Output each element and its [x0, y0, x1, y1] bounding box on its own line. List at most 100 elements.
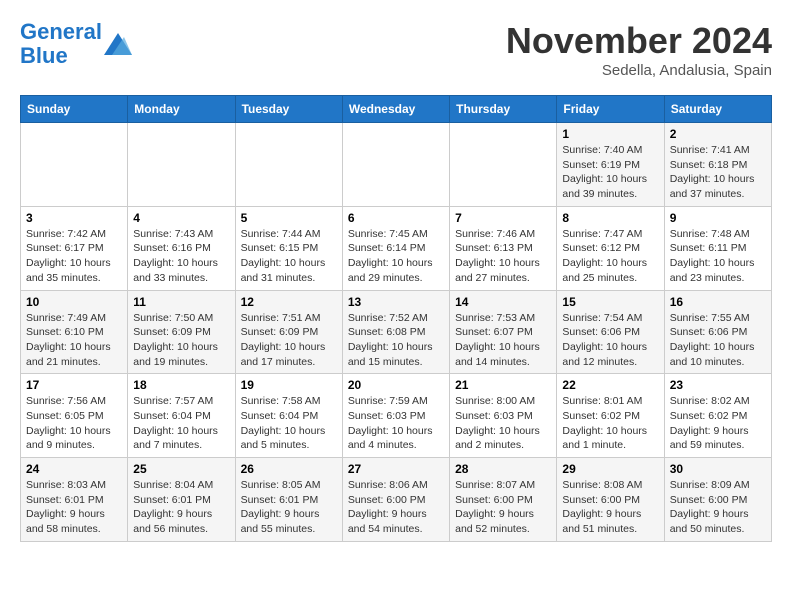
day-info: Sunrise: 7:46 AM Sunset: 6:13 PM Dayligh… — [455, 227, 551, 286]
calendar-cell: 21 Sunrise: 8:00 AM Sunset: 6:03 PM Dayli… — [450, 374, 557, 458]
day-info: Sunrise: 7:53 AM Sunset: 6:07 PM Dayligh… — [455, 311, 551, 370]
day-info: Sunrise: 8:07 AM Sunset: 6:00 PM Dayligh… — [455, 478, 551, 537]
day-info: Sunrise: 8:01 AM Sunset: 6:02 PM Dayligh… — [562, 394, 658, 453]
day-number: 26 — [241, 462, 337, 476]
day-number: 16 — [670, 295, 766, 309]
calendar-cell: 24 Sunrise: 8:03 AM Sunset: 6:01 PM Dayli… — [21, 458, 128, 542]
calendar-cell — [128, 123, 235, 207]
day-number: 28 — [455, 462, 551, 476]
day-number: 18 — [133, 378, 229, 392]
calendar-cell: 5 Sunrise: 7:44 AM Sunset: 6:15 PM Daylig… — [235, 206, 342, 290]
day-number: 13 — [348, 295, 444, 309]
day-info: Sunrise: 7:44 AM Sunset: 6:15 PM Dayligh… — [241, 227, 337, 286]
calendar-cell: 15 Sunrise: 7:54 AM Sunset: 6:06 PM Dayli… — [557, 290, 664, 374]
header: GeneralBlue November 2024 Sedella, Andal… — [20, 20, 772, 79]
day-info: Sunrise: 8:05 AM Sunset: 6:01 PM Dayligh… — [241, 478, 337, 537]
logo-icon — [104, 33, 132, 55]
day-number: 9 — [670, 211, 766, 225]
calendar-cell: 14 Sunrise: 7:53 AM Sunset: 6:07 PM Dayli… — [450, 290, 557, 374]
day-info: Sunrise: 8:03 AM Sunset: 6:01 PM Dayligh… — [26, 478, 122, 537]
day-number: 10 — [26, 295, 122, 309]
day-number: 5 — [241, 211, 337, 225]
calendar-cell: 16 Sunrise: 7:55 AM Sunset: 6:06 PM Dayli… — [664, 290, 771, 374]
day-number: 20 — [348, 378, 444, 392]
month-title: November 2024 — [506, 20, 772, 62]
day-info: Sunrise: 8:09 AM Sunset: 6:00 PM Dayligh… — [670, 478, 766, 537]
calendar-cell: 27 Sunrise: 8:06 AM Sunset: 6:00 PM Dayli… — [342, 458, 449, 542]
calendar-cell — [342, 123, 449, 207]
calendar-cell: 18 Sunrise: 7:57 AM Sunset: 6:04 PM Dayli… — [128, 374, 235, 458]
day-number: 25 — [133, 462, 229, 476]
day-number: 3 — [26, 211, 122, 225]
day-info: Sunrise: 7:59 AM Sunset: 6:03 PM Dayligh… — [348, 394, 444, 453]
calendar-cell — [450, 123, 557, 207]
weekday-header: Thursday — [450, 96, 557, 123]
calendar-cell: 25Sunrise: 8:04 AM Sunset: 6:01 PM Dayli… — [128, 458, 235, 542]
weekday-header: Wednesday — [342, 96, 449, 123]
day-info: Sunrise: 7:45 AM Sunset: 6:14 PM Dayligh… — [348, 227, 444, 286]
day-info: Sunrise: 7:55 AM Sunset: 6:06 PM Dayligh… — [670, 311, 766, 370]
weekday-header: Sunday — [21, 96, 128, 123]
calendar-cell: 9 Sunrise: 7:48 AM Sunset: 6:11 PM Daylig… — [664, 206, 771, 290]
day-info: Sunrise: 8:08 AM Sunset: 6:00 PM Dayligh… — [562, 478, 658, 537]
calendar-cell — [235, 123, 342, 207]
day-number: 27 — [348, 462, 444, 476]
calendar-table: SundayMondayTuesdayWednesdayThursdayFrid… — [20, 95, 772, 542]
calendar-cell: 29 Sunrise: 8:08 AM Sunset: 6:00 PM Dayli… — [557, 458, 664, 542]
calendar-cell: 8 Sunrise: 7:47 AM Sunset: 6:12 PM Daylig… — [557, 206, 664, 290]
day-info: Sunrise: 7:41 AM Sunset: 6:18 PM Dayligh… — [670, 143, 766, 202]
calendar-cell: 28 Sunrise: 8:07 AM Sunset: 6:00 PM Dayli… — [450, 458, 557, 542]
day-info: Sunrise: 7:51 AM Sunset: 6:09 PM Dayligh… — [241, 311, 337, 370]
day-number: 4 — [133, 211, 229, 225]
day-number: 2 — [670, 127, 766, 141]
calendar-cell: 1 Sunrise: 7:40 AM Sunset: 6:19 PM Daylig… — [557, 123, 664, 207]
calendar-cell: 13 Sunrise: 7:52 AM Sunset: 6:08 PM Dayli… — [342, 290, 449, 374]
day-number: 11 — [133, 295, 229, 309]
location: Sedella, Andalusia, Spain — [506, 62, 772, 79]
day-number: 1 — [562, 127, 658, 141]
day-info: Sunrise: 7:50 AM Sunset: 6:09 PM Dayligh… — [133, 311, 229, 370]
day-number: 6 — [348, 211, 444, 225]
day-number: 8 — [562, 211, 658, 225]
day-number: 23 — [670, 378, 766, 392]
calendar-cell: 12 Sunrise: 7:51 AM Sunset: 6:09 PM Dayli… — [235, 290, 342, 374]
day-number: 24 — [26, 462, 122, 476]
day-number: 30 — [670, 462, 766, 476]
logo-text: GeneralBlue — [20, 20, 102, 68]
calendar-cell: 30 Sunrise: 8:09 AM Sunset: 6:00 PM Dayli… — [664, 458, 771, 542]
day-info: Sunrise: 7:58 AM Sunset: 6:04 PM Dayligh… — [241, 394, 337, 453]
day-number: 22 — [562, 378, 658, 392]
day-info: Sunrise: 7:52 AM Sunset: 6:08 PM Dayligh… — [348, 311, 444, 370]
day-info: Sunrise: 7:48 AM Sunset: 6:11 PM Dayligh… — [670, 227, 766, 286]
calendar-cell: 7 Sunrise: 7:46 AM Sunset: 6:13 PM Daylig… — [450, 206, 557, 290]
weekday-header: Tuesday — [235, 96, 342, 123]
day-info: Sunrise: 7:56 AM Sunset: 6:05 PM Dayligh… — [26, 394, 122, 453]
weekday-header: Friday — [557, 96, 664, 123]
day-info: Sunrise: 8:02 AM Sunset: 6:02 PM Dayligh… — [670, 394, 766, 453]
weekday-header: Monday — [128, 96, 235, 123]
calendar-cell: 11 Sunrise: 7:50 AM Sunset: 6:09 PM Dayli… — [128, 290, 235, 374]
calendar-cell: 19Sunrise: 7:58 AM Sunset: 6:04 PM Dayli… — [235, 374, 342, 458]
day-info: Sunrise: 8:00 AM Sunset: 6:03 PM Dayligh… — [455, 394, 551, 453]
day-number: 12 — [241, 295, 337, 309]
day-number: 21 — [455, 378, 551, 392]
calendar-cell: 26 Sunrise: 8:05 AM Sunset: 6:01 PM Dayli… — [235, 458, 342, 542]
calendar-cell: 10Sunrise: 7:49 AM Sunset: 6:10 PM Dayli… — [21, 290, 128, 374]
day-number: 15 — [562, 295, 658, 309]
calendar-cell: 4 Sunrise: 7:43 AM Sunset: 6:16 PM Daylig… — [128, 206, 235, 290]
day-info: Sunrise: 8:06 AM Sunset: 6:00 PM Dayligh… — [348, 478, 444, 537]
calendar-cell: 2 Sunrise: 7:41 AM Sunset: 6:18 PM Daylig… — [664, 123, 771, 207]
calendar-cell: 23 Sunrise: 8:02 AM Sunset: 6:02 PM Dayli… — [664, 374, 771, 458]
day-number: 29 — [562, 462, 658, 476]
day-number: 7 — [455, 211, 551, 225]
day-info: Sunrise: 7:54 AM Sunset: 6:06 PM Dayligh… — [562, 311, 658, 370]
day-info: Sunrise: 7:57 AM Sunset: 6:04 PM Dayligh… — [133, 394, 229, 453]
calendar-cell: 6 Sunrise: 7:45 AM Sunset: 6:14 PM Daylig… — [342, 206, 449, 290]
day-info: Sunrise: 7:47 AM Sunset: 6:12 PM Dayligh… — [562, 227, 658, 286]
day-number: 14 — [455, 295, 551, 309]
day-info: Sunrise: 7:42 AM Sunset: 6:17 PM Dayligh… — [26, 227, 122, 286]
day-info: Sunrise: 7:40 AM Sunset: 6:19 PM Dayligh… — [562, 143, 658, 202]
day-number: 17 — [26, 378, 122, 392]
weekday-header: Saturday — [664, 96, 771, 123]
day-info: Sunrise: 7:43 AM Sunset: 6:16 PM Dayligh… — [133, 227, 229, 286]
